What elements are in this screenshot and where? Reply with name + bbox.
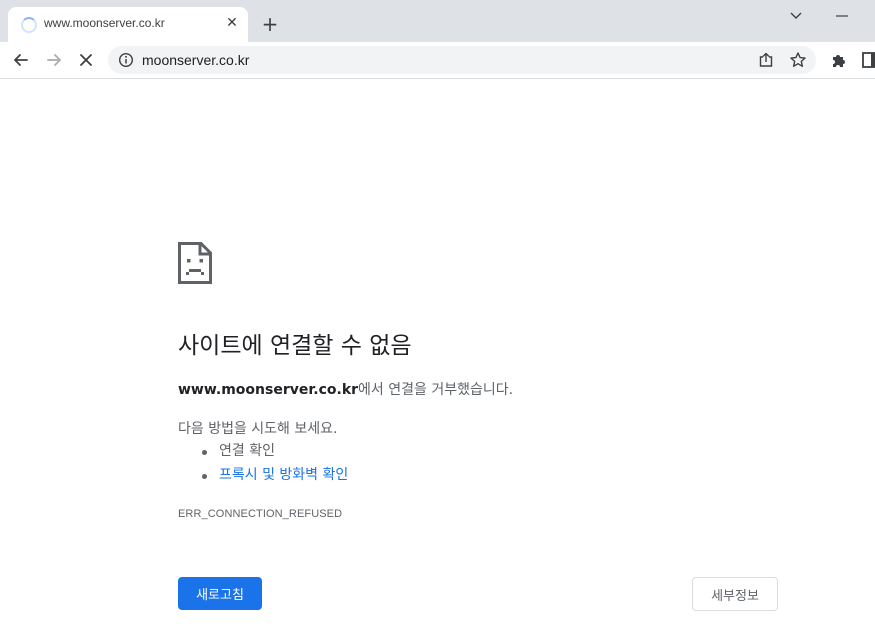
browser-tab[interactable]: www.moonserver.co.kr ✕: [8, 7, 248, 42]
sad-document-icon: [178, 242, 212, 284]
error-heading: 사이트에 연결할 수 없음: [178, 333, 412, 359]
arrow-right-icon[interactable]: [44, 50, 64, 70]
minimize-icon[interactable]: [832, 6, 852, 26]
browser-toolbar: moonserver.co.kr: [0, 42, 875, 79]
tab-strip: www.moonserver.co.kr ✕ +: [0, 0, 875, 42]
puzzle-icon[interactable]: [829, 50, 849, 70]
close-icon[interactable]: ✕: [224, 15, 240, 31]
error-host: www.moonserver.co.kr: [178, 382, 359, 398]
list-item: 연결 확인: [178, 442, 348, 466]
suggestions-label: 다음 방법을 시도해 보세요.: [178, 421, 338, 437]
suggestion-check-proxy-link[interactable]: 프록시 및 방화벽 확인: [219, 467, 348, 483]
star-icon[interactable]: [789, 51, 807, 69]
error-message-suffix: 에서 연결을 거부했습니다.: [358, 382, 514, 398]
close-icon[interactable]: [76, 50, 96, 70]
side-panel-icon[interactable]: [860, 50, 875, 70]
loading-spinner-icon: [21, 17, 37, 33]
suggestions-list: 연결 확인 프록시 및 방화벽 확인: [178, 442, 348, 490]
reload-button[interactable]: 새로고침: [178, 577, 262, 610]
arrow-left-icon[interactable]: [11, 50, 31, 70]
share-icon[interactable]: [757, 51, 775, 69]
address-bar[interactable]: moonserver.co.kr: [108, 46, 816, 74]
error-code: ERR_CONNECTION_REFUSED: [178, 508, 343, 520]
info-circle-icon[interactable]: [118, 52, 134, 68]
error-message: www.moonserver.co.kr에서 연결을 거부했습니다.: [178, 379, 513, 399]
details-button[interactable]: 세부정보: [692, 577, 778, 611]
suggestion-check-connection: 연결 확인: [219, 443, 275, 459]
url-text[interactable]: moonserver.co.kr: [142, 52, 249, 68]
list-item: 프록시 및 방화벽 확인: [178, 466, 348, 490]
chevron-down-icon[interactable]: [786, 6, 806, 26]
tab-title: www.moonserver.co.kr: [44, 16, 165, 30]
new-tab-button[interactable]: +: [259, 13, 281, 35]
